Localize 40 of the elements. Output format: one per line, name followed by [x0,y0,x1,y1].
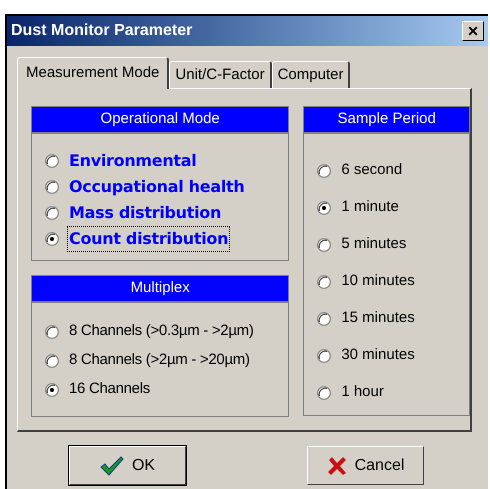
option-label[interactable]: 1 hour [340,381,385,404]
close-button[interactable]: × [462,21,484,41]
radio-button[interactable] [45,206,59,220]
radio-button[interactable] [45,354,59,368]
x-icon [326,456,347,476]
radio-button[interactable] [317,164,332,178]
ok-button[interactable]: OK [69,446,186,485]
radio-button[interactable] [317,238,332,252]
radio-button[interactable] [317,200,332,214]
tab[interactable]: Measurement Mode [17,57,170,89]
option-label[interactable]: Occupational health [68,175,246,199]
option-label[interactable]: 15 minutes [340,307,416,330]
option-label[interactable]: 6 second [340,159,404,182]
option-label[interactable]: 16 Channels [68,378,151,401]
option-label[interactable]: 8 Channels (>0.3µm - >2µm) [68,320,255,343]
radio-button[interactable] [317,274,332,288]
group-header: Operational Mode [32,107,288,134]
cancel-button[interactable]: Cancel [307,446,424,485]
radio-button[interactable] [317,348,332,362]
radio-button[interactable] [317,312,332,326]
option-label[interactable]: 30 minutes [340,344,416,367]
radio-button[interactable] [45,180,59,194]
radio-button[interactable] [317,386,332,400]
checkmark-icon [100,456,124,476]
option-label[interactable]: Mass distribution [68,201,222,225]
tab[interactable]: Computer [272,61,350,88]
window-title: Dust Monitor Parameter [11,21,192,41]
group-header: Sample Period [304,107,469,134]
radio-button[interactable] [45,382,59,396]
option-label[interactable]: Count distribution [68,227,230,251]
option-label[interactable]: 1 minute [340,196,400,219]
option-label[interactable]: 10 minutes [340,270,416,293]
group-header: Multiplex [32,276,288,303]
radio-button[interactable] [45,324,59,338]
option-label[interactable]: Environmental [68,149,198,173]
tab[interactable]: Unit/C-Factor [169,61,272,88]
radio-button[interactable] [45,154,59,168]
option-label[interactable]: 8 Channels (>2µm - >20µm) [68,349,251,372]
option-label[interactable]: 5 minutes [340,233,408,256]
radio-button[interactable] [45,232,59,246]
